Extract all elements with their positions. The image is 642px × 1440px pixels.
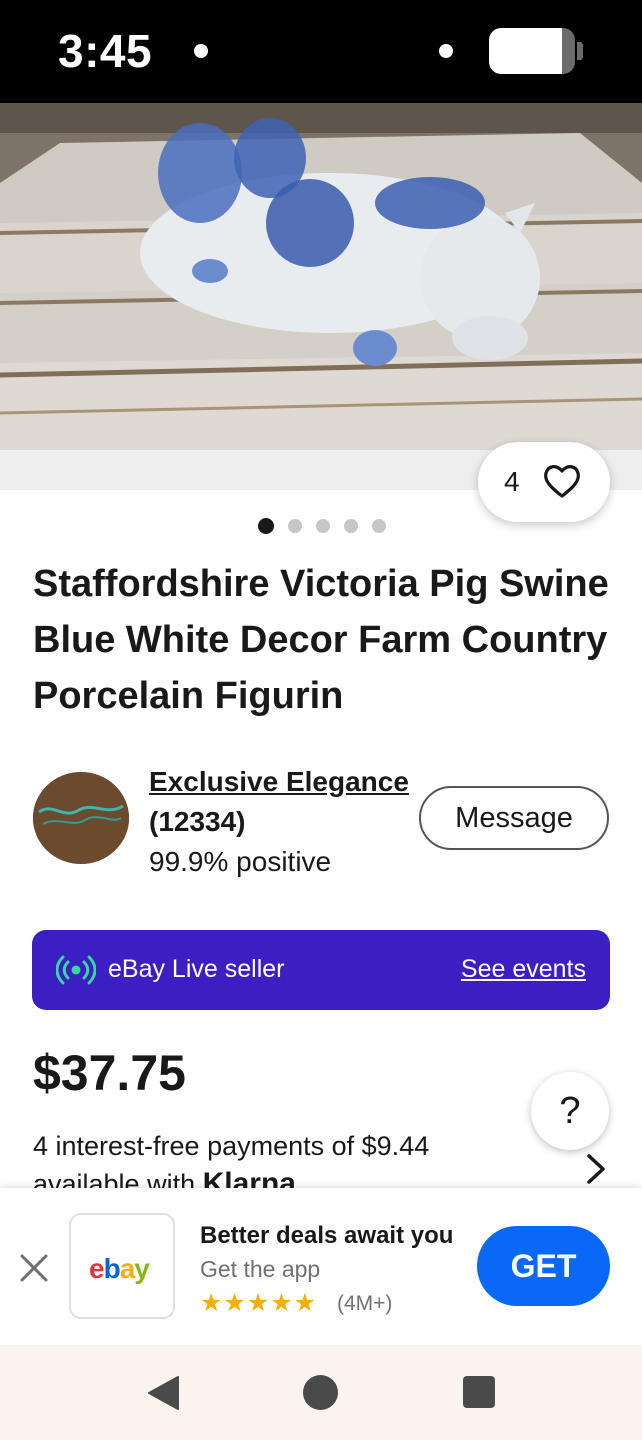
carousel-dot-active[interactable] <box>258 518 274 534</box>
home-icon[interactable] <box>303 1375 338 1410</box>
rating-count: (4M+) <box>337 1292 393 1315</box>
carousel-dot[interactable] <box>288 519 302 533</box>
recents-icon[interactable] <box>463 1376 495 1408</box>
battery-tip <box>577 42 583 60</box>
signal-dot-icon <box>439 44 453 58</box>
battery-level <box>489 28 563 74</box>
get-app-banner: ebay Better deals await you Get the app … <box>0 1188 642 1345</box>
battery-icon <box>489 28 575 74</box>
seller-avatar[interactable] <box>33 772 129 864</box>
installments-text: 4 interest-free payments of $9.44 <box>33 1131 430 1161</box>
seller-logo <box>33 772 129 864</box>
seller-positive-rating: 99.9% positive <box>149 846 332 877</box>
product-photo <box>0 103 642 450</box>
carousel-dot[interactable] <box>316 519 330 533</box>
carousel-dot[interactable] <box>372 519 386 533</box>
help-button[interactable]: ? <box>531 1072 609 1150</box>
ebay-logo-letter: y <box>134 1253 150 1284</box>
live-seller-banner: eBay Live seller See events <box>32 930 610 1010</box>
price: $37.75 <box>33 1045 186 1101</box>
app-banner-subtitle: Get the app <box>200 1256 321 1282</box>
image-carousel-dots <box>258 518 386 534</box>
message-button[interactable]: Message <box>419 786 609 850</box>
star-rating-icon: ★★★★★ <box>200 1289 318 1317</box>
close-icon[interactable] <box>18 1252 50 1284</box>
ebay-logo: ebay <box>89 1253 150 1285</box>
ebay-logo-letter: b <box>103 1253 121 1284</box>
ebay-app-icon: ebay <box>69 1213 175 1319</box>
get-app-button[interactable]: GET <box>477 1226 610 1306</box>
installments-provider-line: available with Klarna <box>33 1166 296 1188</box>
live-broadcast-icon <box>56 955 96 985</box>
status-bar: 3:45 <box>0 0 642 103</box>
installments-prefix: available with <box>33 1169 203 1188</box>
notification-dot-icon <box>194 44 208 58</box>
ebay-logo-letter: a <box>119 1253 136 1284</box>
seller-name-link[interactable]: Exclusive Elegance <box>149 766 409 798</box>
system-nav-bar <box>0 1345 642 1440</box>
listing-title: Staffordshire Victoria Pig Swine Blue Wh… <box>33 563 609 717</box>
seller-feedback-count: (12334) <box>149 806 246 837</box>
ebay-logo-letter: e <box>89 1253 105 1284</box>
back-icon[interactable] <box>146 1375 180 1411</box>
chevron-right-icon[interactable] <box>584 1152 608 1186</box>
live-seller-label: eBay Live seller <box>108 955 285 983</box>
watch-button[interactable]: 4 <box>478 442 610 522</box>
carousel-dot[interactable] <box>344 519 358 533</box>
heart-icon <box>544 465 580 498</box>
klarna-logo: Klarna <box>202 1167 296 1188</box>
status-time: 3:45 <box>58 25 153 77</box>
product-image[interactable] <box>0 103 642 450</box>
app-banner-title: Better deals await you <box>200 1222 454 1249</box>
watch-count: 4 <box>504 466 520 497</box>
see-events-link[interactable]: See events <box>461 955 586 984</box>
